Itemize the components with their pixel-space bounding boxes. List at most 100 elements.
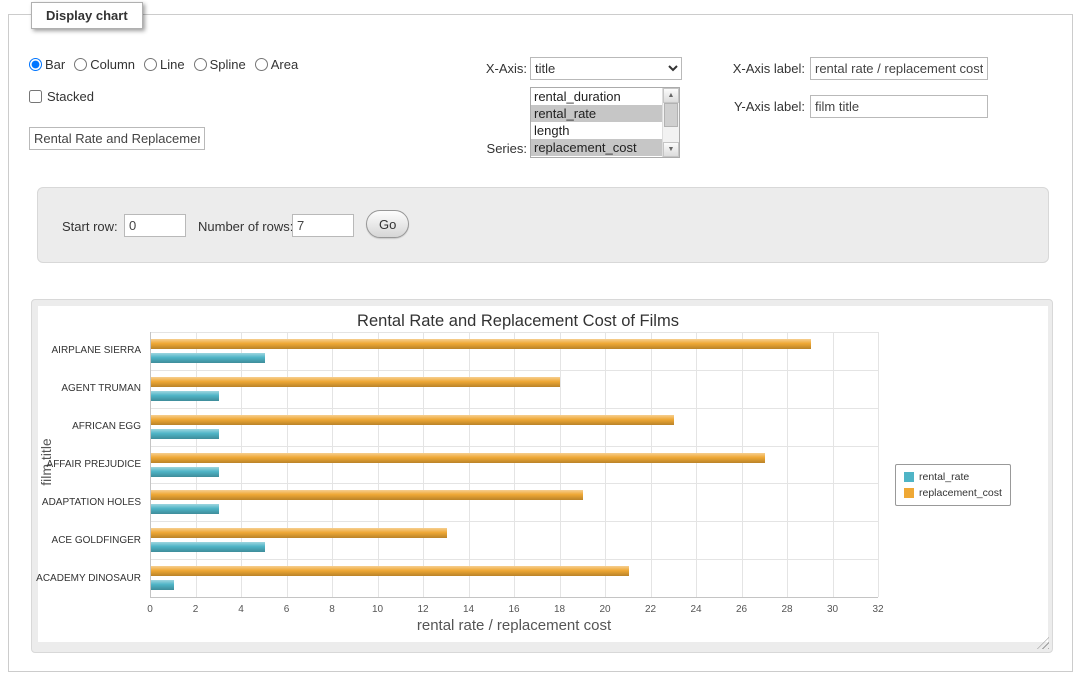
chart-type-radio-column[interactable] [74, 58, 87, 71]
stacked-option[interactable]: Stacked [29, 89, 94, 104]
gridline-vertical [332, 332, 333, 597]
gridline-vertical [469, 332, 470, 597]
x-tick-label: 0 [135, 604, 165, 615]
category-label: AIRPLANE SIERRA [38, 332, 141, 370]
gridline-vertical [696, 332, 697, 597]
bar-replacement_cost [151, 415, 674, 425]
bar-rental_rate [151, 504, 219, 514]
number-of-rows-label: Number of rows: [198, 219, 293, 234]
bar-rental_rate [151, 391, 219, 401]
number-of-rows-input[interactable] [292, 214, 354, 237]
chart-type-option-spline[interactable]: Spline [194, 57, 246, 72]
chart-type-radios: Bar Column Line Spline Area [29, 57, 298, 72]
chart-title-input[interactable] [29, 127, 205, 150]
series-listbox-label: Series: [449, 141, 527, 156]
stacked-label: Stacked [47, 89, 94, 104]
gridline-vertical [241, 332, 242, 597]
gridline-vertical [514, 332, 515, 597]
go-button[interactable]: Go [366, 210, 409, 238]
bar-replacement_cost [151, 377, 560, 387]
chart-type-option-area[interactable]: Area [255, 57, 298, 72]
x-tick-label: 30 [818, 604, 848, 615]
x-tick-label: 26 [727, 604, 757, 615]
x-axis-label-input[interactable] [810, 57, 988, 80]
gridline-vertical [196, 332, 197, 597]
x-axis-title: rental rate / replacement cost [150, 617, 878, 634]
legend-label: rental_rate [919, 471, 969, 483]
chart-type-option-bar[interactable]: Bar [29, 57, 65, 72]
category-label: AFFAIR PREJUDICE [38, 446, 141, 484]
legend-item-rental_rate[interactable]: rental_rate [904, 471, 1002, 483]
chart-type-radio-bar[interactable] [29, 58, 42, 71]
bar-rental_rate [151, 429, 219, 439]
start-row-label: Start row: [62, 219, 118, 234]
scroll-down-icon[interactable]: ▼ [663, 142, 679, 157]
x-tick-label: 32 [863, 604, 893, 615]
x-axis-select-label: X-Axis: [449, 61, 527, 76]
bar-rental_rate [151, 467, 219, 477]
chart-type-radio-area[interactable] [255, 58, 268, 71]
x-tick-label: 12 [408, 604, 438, 615]
bar-replacement_cost [151, 490, 583, 500]
bar-replacement_cost [151, 528, 447, 538]
chart-type-radio-spline[interactable] [194, 58, 207, 71]
bar-replacement_cost [151, 453, 765, 463]
series-option-replacement_cost[interactable]: replacement_cost [531, 139, 662, 156]
gridline-vertical [833, 332, 834, 597]
category-label: AFRICAN EGG [38, 408, 141, 446]
gridline-vertical [560, 332, 561, 597]
x-tick-label: 18 [545, 604, 575, 615]
x-tick-label: 4 [226, 604, 256, 615]
series-option-rental_rate[interactable]: rental_rate [531, 105, 662, 122]
scroll-up-icon[interactable]: ▲ [663, 88, 679, 103]
bar-replacement_cost [151, 339, 811, 349]
gridline-vertical [287, 332, 288, 597]
gridline-vertical [651, 332, 652, 597]
x-tick-label: 6 [272, 604, 302, 615]
stacked-checkbox[interactable] [29, 90, 42, 103]
chart-type-option-label: Line [160, 57, 185, 72]
gridline-vertical [742, 332, 743, 597]
chart-panel: Rental Rate and Replacement Cost of Film… [31, 299, 1053, 653]
chart-legend: rental_rate replacement_cost [895, 464, 1011, 506]
y-axis-line [150, 332, 151, 597]
scrollbar-thumb[interactable] [664, 103, 678, 127]
chart-type-option-line[interactable]: Line [144, 57, 185, 72]
x-tick-label: 14 [454, 604, 484, 615]
start-row-input[interactable] [124, 214, 186, 237]
chart-type-option-label: Column [90, 57, 135, 72]
chart-type-option-label: Spline [210, 57, 246, 72]
x-axis-line [150, 597, 878, 598]
chart-type-radio-line[interactable] [144, 58, 157, 71]
y-axis-label-input[interactable] [810, 95, 988, 118]
legend-item-replacement_cost[interactable]: replacement_cost [904, 487, 1002, 499]
gridline-vertical [878, 332, 879, 597]
legend-swatch [904, 488, 914, 498]
category-label: AGENT TRUMAN [38, 370, 141, 408]
x-tick-label: 16 [499, 604, 529, 615]
x-tick-label: 2 [181, 604, 211, 615]
x-tick-label: 10 [363, 604, 393, 615]
x-tick-label: 28 [772, 604, 802, 615]
bar-rental_rate [151, 353, 265, 363]
bar-rental_rate [151, 580, 174, 590]
series-option-length[interactable]: length [531, 122, 662, 139]
series-listbox[interactable]: rental_durationrental_ratelengthreplacem… [530, 87, 680, 158]
bar-rental_rate [151, 542, 265, 552]
rows-panel: Start row: Number of rows: Go [37, 187, 1049, 263]
x-axis-select[interactable]: title [530, 57, 682, 80]
x-tick-label: 22 [636, 604, 666, 615]
fieldset-legend: Display chart [31, 2, 143, 29]
series-option-rental_duration[interactable]: rental_duration [531, 88, 662, 105]
gridline-vertical [378, 332, 379, 597]
legend-label: replacement_cost [919, 487, 1002, 499]
y-axis-label-label: Y-Axis label: [709, 99, 805, 114]
category-label: ACADEMY DINOSAUR [38, 559, 141, 597]
x-tick-label: 24 [681, 604, 711, 615]
x-axis-label-label: X-Axis label: [709, 61, 805, 76]
series-listbox-scrollbar[interactable]: ▲ ▼ [662, 88, 679, 157]
bar-replacement_cost [151, 566, 629, 576]
chart-type-option-label: Area [271, 57, 298, 72]
chart-type-option-column[interactable]: Column [74, 57, 135, 72]
legend-swatch [904, 472, 914, 482]
